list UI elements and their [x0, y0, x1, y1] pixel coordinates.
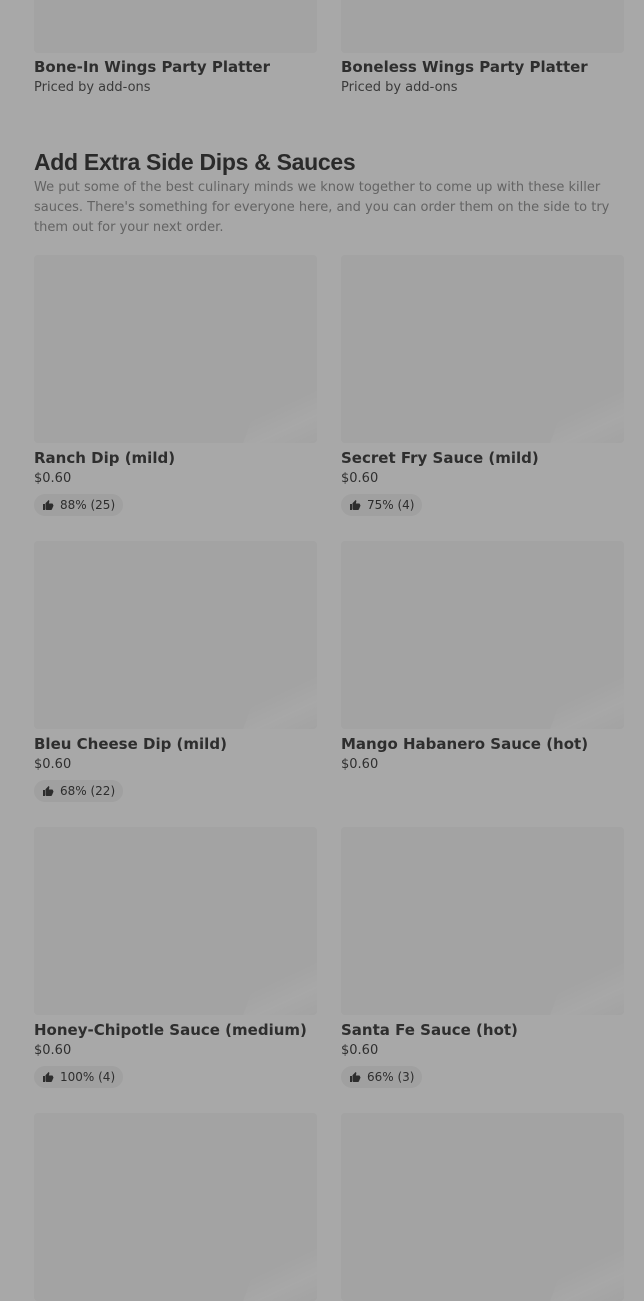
- item-price: $0.60: [341, 1043, 379, 1058]
- menu-item-card[interactable]: Mango Habanero Sauce (hot) $0.60: [341, 541, 624, 811]
- section-title: Add Extra Side Dips & Sauces: [34, 149, 356, 175]
- item-image: [34, 0, 317, 53]
- section-description: We put some of the best culinary minds w…: [34, 180, 610, 235]
- rating-badge: 75% (4): [341, 494, 423, 516]
- party-platter-row: Bone-In Wings Party Platter Priced by ad…: [34, 0, 624, 110]
- item-image: [34, 255, 317, 443]
- menu-item-card[interactable]: Boneless Wings Party Platter Priced by a…: [341, 0, 624, 96]
- rating-text: 100% (4): [60, 1070, 116, 1084]
- rating-text: 66% (3): [367, 1070, 415, 1084]
- menu-item-card[interactable]: [341, 1113, 624, 1301]
- menu-page: Bone-In Wings Party Platter Priced by ad…: [0, 0, 644, 1301]
- rating-badge: 66% (3): [341, 1066, 423, 1088]
- item-name: Secret Fry Sauce (mild): [341, 449, 539, 467]
- item-image: [341, 1113, 624, 1301]
- item-price: $0.60: [34, 471, 72, 486]
- thumbs-up-icon: [43, 786, 54, 796]
- menu-item-card[interactable]: Santa Fe Sauce (hot) $0.60 66% (3): [341, 827, 624, 1097]
- item-name: Honey-Chipotle Sauce (medium): [34, 1021, 307, 1039]
- item-image: [341, 0, 624, 53]
- rating-badge: 68% (22): [34, 780, 124, 802]
- menu-item-card[interactable]: Ranch Dip (mild) $0.60 88% (25): [34, 255, 317, 525]
- item-image: [341, 541, 624, 729]
- item-name: Ranch Dip (mild): [34, 449, 176, 467]
- thumbs-up-icon: [350, 1072, 361, 1082]
- item-name: Boneless Wings Party Platter: [341, 58, 588, 76]
- menu-item-card[interactable]: Bone-In Wings Party Platter Priced by ad…: [34, 0, 317, 96]
- item-price-note: Priced by add-ons: [341, 80, 458, 95]
- rating-badge: 88% (25): [34, 494, 124, 516]
- item-image: [341, 827, 624, 1015]
- item-price: $0.60: [34, 1043, 72, 1058]
- menu-item-card[interactable]: [34, 1113, 317, 1301]
- item-image: [34, 827, 317, 1015]
- thumbs-up-icon: [350, 500, 361, 510]
- item-image: [34, 541, 317, 729]
- rating-text: 75% (4): [367, 498, 415, 512]
- item-name: Mango Habanero Sauce (hot): [341, 735, 589, 753]
- item-price-note: Priced by add-ons: [34, 80, 151, 95]
- item-image: [34, 1113, 317, 1301]
- thumbs-up-icon: [43, 1072, 54, 1082]
- item-image: [341, 255, 624, 443]
- item-name: Bleu Cheese Dip (mild): [34, 735, 227, 753]
- menu-item-card[interactable]: Secret Fry Sauce (mild) $0.60 75% (4): [341, 255, 624, 525]
- rating-text: 88% (25): [60, 498, 116, 512]
- menu-item-card[interactable]: Honey-Chipotle Sauce (medium) $0.60 100%…: [34, 827, 317, 1097]
- dips-sauces-section-header: Add Extra Side Dips & Sauces We put some…: [34, 146, 624, 238]
- item-name: Santa Fe Sauce (hot): [341, 1021, 518, 1039]
- rating-badge: 100% (4): [34, 1066, 124, 1088]
- item-price: $0.60: [34, 757, 72, 772]
- thumbs-up-icon: [43, 500, 54, 510]
- rating-text: 68% (22): [60, 784, 116, 798]
- menu-item-card[interactable]: Bleu Cheese Dip (mild) $0.60 68% (22): [34, 541, 317, 811]
- item-price: $0.60: [341, 471, 379, 486]
- item-price: $0.60: [341, 757, 379, 772]
- item-name: Bone-In Wings Party Platter: [34, 58, 271, 76]
